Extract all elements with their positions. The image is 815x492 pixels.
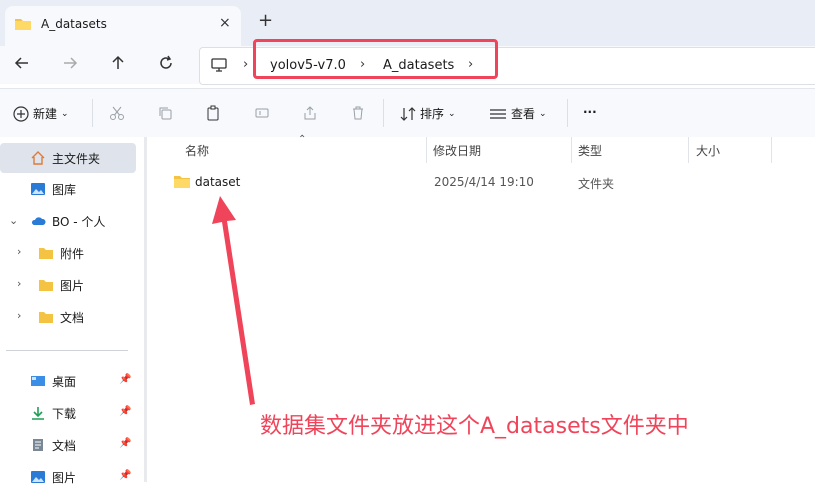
annotation-text: 数据集文件夹放进这个A_datasets文件夹中 [260,414,689,439]
